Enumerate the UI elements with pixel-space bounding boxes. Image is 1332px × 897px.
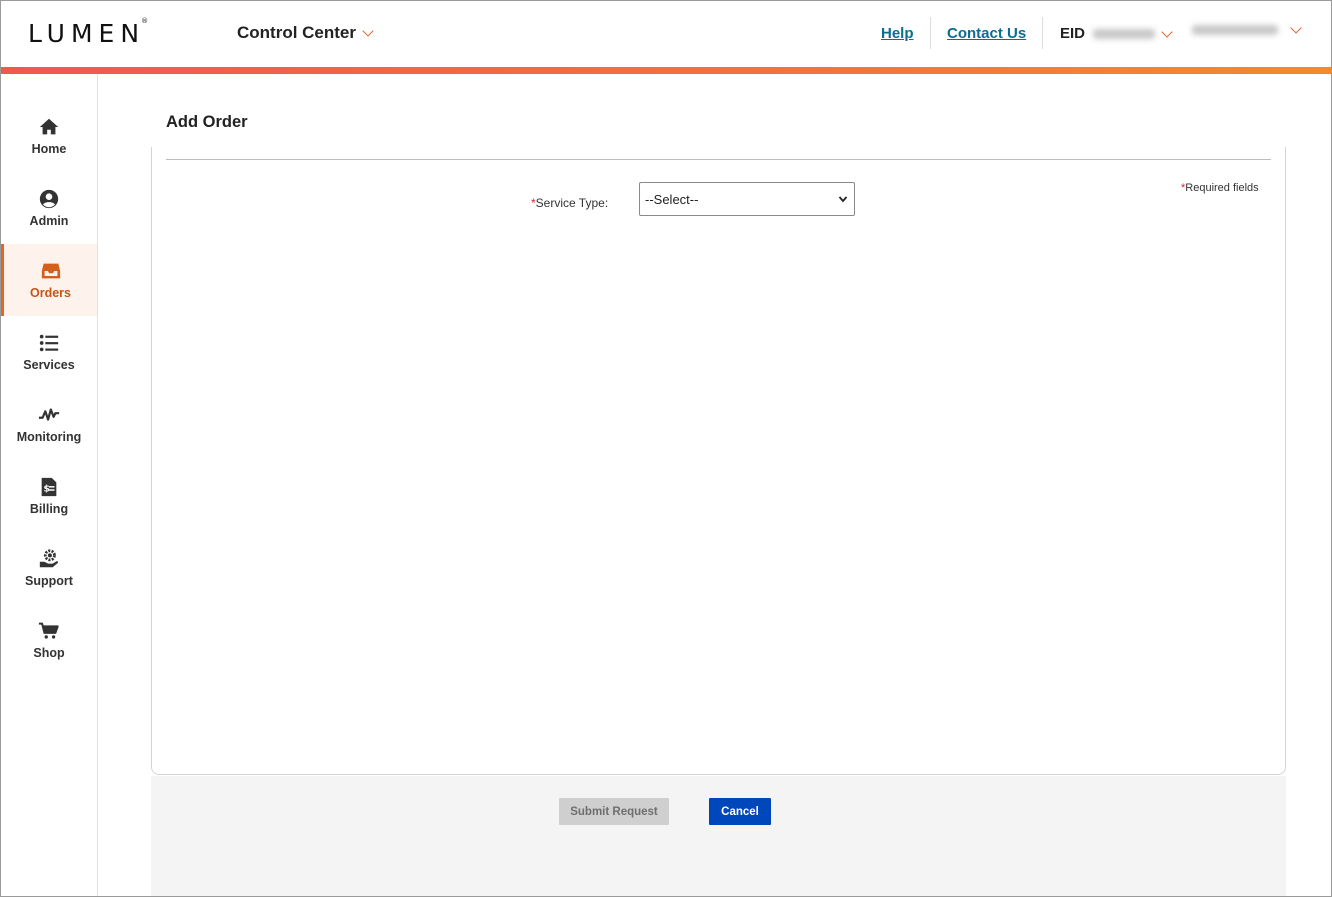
header-divider — [1042, 17, 1043, 49]
invoice-icon: $ — [41, 477, 57, 497]
sidebar-item-home[interactable]: Home — [1, 100, 97, 172]
service-type-label-text: Service Type: — [535, 196, 609, 210]
app-name: Control Center — [237, 23, 356, 42]
chevron-down-icon — [362, 25, 374, 37]
order-form-card — [151, 147, 1286, 775]
cart-icon — [38, 622, 59, 639]
chevron-down-icon — [1161, 25, 1173, 38]
sidebar-item-support[interactable]: Support — [1, 532, 97, 604]
sidebar-item-label: Monitoring — [16, 430, 82, 444]
form-actions-area — [151, 776, 1286, 896]
required-fields-note: *Required fields — [1181, 182, 1259, 194]
sidebar-item-label: Support — [25, 574, 73, 588]
service-type-select[interactable]: --Select-- — [639, 182, 855, 216]
logo-text: LUMEN — [28, 19, 146, 48]
username-redacted — [1192, 25, 1278, 35]
sidebar-item-label: Home — [31, 142, 67, 156]
sidebar-item-label: Services — [23, 358, 75, 372]
sidebar-item-services[interactable]: Services — [1, 316, 97, 388]
user-circle-icon — [39, 189, 59, 209]
sidebar-item-label: Orders — [30, 286, 71, 300]
help-link[interactable]: Help — [881, 25, 914, 42]
pulse-icon — [38, 408, 60, 421]
cancel-button[interactable]: Cancel — [709, 798, 771, 825]
eid-label: EID — [1060, 25, 1086, 42]
eid-value-redacted — [1093, 28, 1156, 39]
header-divider — [930, 17, 931, 49]
user-menu[interactable] — [1192, 22, 1302, 35]
chevron-down-icon — [1290, 22, 1302, 34]
required-note-text: Required fields — [1185, 182, 1259, 194]
contact-us-link[interactable]: Contact Us — [947, 25, 1026, 42]
service-type-label: *Service Type: — [531, 196, 608, 210]
app-window: LUMEN® Control Center Help Contact Us EI… — [0, 0, 1332, 897]
svg-text:$: $ — [44, 484, 50, 495]
sidebar-item-label: Shop — [33, 646, 65, 660]
list-icon — [39, 334, 59, 352]
registered-mark: ® — [141, 16, 149, 25]
sidebar-item-billing[interactable]: $ Billing — [1, 460, 97, 532]
sidebar-item-monitoring[interactable]: Monitoring — [1, 388, 97, 460]
sidebar-item-label: Billing — [29, 502, 69, 516]
page-title: Add Order — [166, 113, 248, 131]
eid-selector[interactable]: EID — [1060, 25, 1173, 42]
home-icon — [39, 118, 59, 135]
chevron-down-icon — [838, 196, 848, 203]
support-gear-icon — [39, 549, 59, 568]
app-switcher-dropdown[interactable]: Control Center — [237, 23, 374, 43]
inbox-icon — [41, 263, 60, 279]
sidebar-item-label: Admin — [29, 214, 69, 228]
header-accent-bar — [1, 67, 1331, 74]
lumen-logo[interactable]: LUMEN® — [28, 16, 152, 48]
sidebar-item-orders[interactable]: Orders — [1, 244, 97, 316]
submit-request-button[interactable]: Submit Request — [559, 798, 669, 825]
sidebar-item-admin[interactable]: Admin — [1, 172, 97, 244]
title-divider — [166, 159, 1271, 160]
sidebar-item-shop[interactable]: Shop — [1, 604, 97, 676]
top-header: LUMEN® Control Center Help Contact Us EI… — [1, 1, 1331, 67]
sidebar-nav: Home Admin Orders Services Monitoring $ … — [1, 74, 98, 896]
service-type-selected-value: --Select-- — [645, 191, 699, 207]
